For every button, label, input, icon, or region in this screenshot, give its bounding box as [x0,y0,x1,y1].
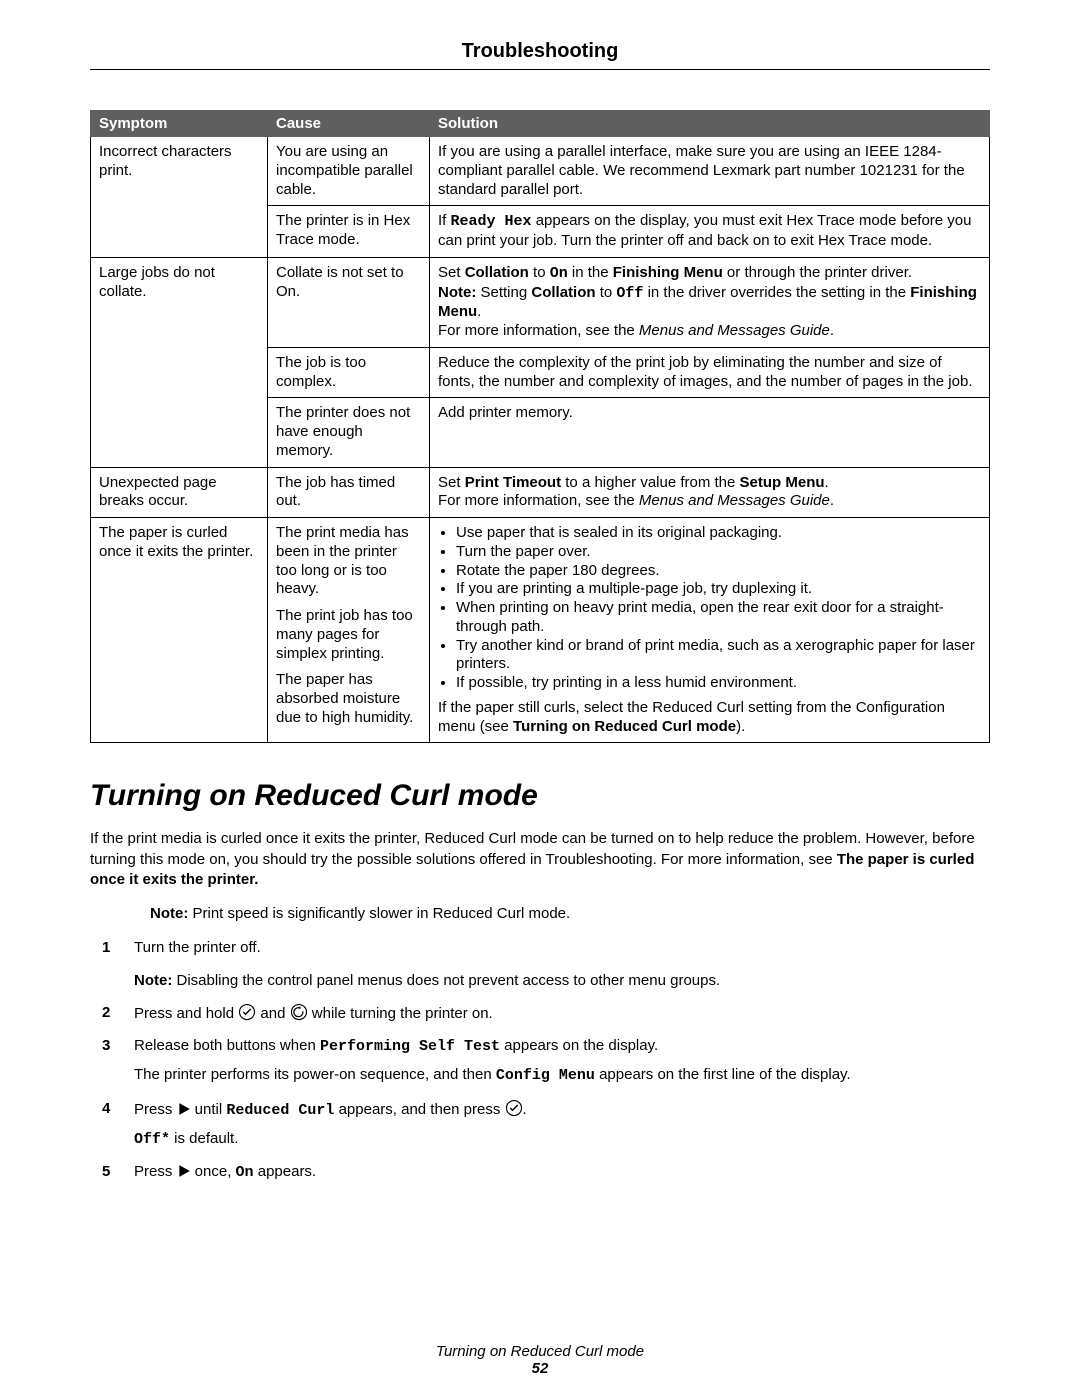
table-row: Incorrect characters print.You are using… [91,137,990,206]
section-intro: If the print media is curled once it exi… [90,829,990,890]
cell-solution: Add printer memory. [430,398,990,467]
step: 2Press and hold and while turning the pr… [90,1003,990,1024]
step-number: 2 [102,1003,120,1024]
col-cause: Cause [268,111,430,137]
col-symptom: Symptom [91,111,268,137]
step: 5Press once, On appears. [90,1162,990,1183]
step: 1Turn the printer off.Note: Disabling th… [90,938,990,991]
cell-cause: Collate is not set to On. [268,257,430,347]
cell-cause: The job has timed out. [268,467,430,518]
check-icon [238,1003,256,1021]
cell-solution: If you are using a parallel interface, m… [430,137,990,206]
cell-symptom: Large jobs do not collate. [91,257,268,467]
right-arrow-icon [177,1164,191,1178]
cell-symptom: Incorrect characters print. [91,137,268,258]
cell-symptom: The paper is curled once it exits the pr… [91,518,268,743]
col-solution: Solution [430,111,990,137]
section-note: Note: Print speed is significantly slowe… [90,904,990,924]
cell-cause: The print media has been in the printer … [268,518,430,743]
table-row: The paper is curled once it exits the pr… [91,518,990,743]
cell-solution: Set Print Timeout to a higher value from… [430,467,990,518]
cell-solution: Use paper that is sealed in its original… [430,518,990,743]
cell-cause: The printer does not have enough memory. [268,398,430,467]
section-heading: Turning on Reduced Curl mode [90,779,990,813]
page-title: Troubleshooting [90,40,990,70]
right-arrow-icon [177,1102,191,1116]
cell-cause: You are using an incompatible parallel c… [268,137,430,206]
cell-symptom: Unexpected page breaks occur. [91,467,268,518]
cell-solution: If Ready Hex appears on the display, you… [430,206,990,258]
step: 3Release both buttons when Performing Se… [90,1036,990,1087]
step-number: 3 [102,1036,120,1087]
step-number: 1 [102,938,120,991]
cell-cause: The job is too complex. [268,347,430,398]
step-number: 5 [102,1162,120,1183]
page-footer: Turning on Reduced Curl mode 52 [90,1343,990,1377]
cell-solution: Set Collation to On in the Finishing Men… [430,257,990,347]
troubleshooting-table: Symptom Cause Solution Incorrect charact… [90,110,990,743]
back-icon [290,1003,308,1021]
steps-list: 1Turn the printer off.Note: Disabling th… [90,938,990,1183]
cell-solution: Reduce the complexity of the print job b… [430,347,990,398]
table-row: Large jobs do not collate.Collate is not… [91,257,990,347]
table-row: Unexpected page breaks occur.The job has… [91,467,990,518]
check-icon [505,1099,523,1117]
cell-cause: The printer is in Hex Trace mode. [268,206,430,258]
step-number: 4 [102,1099,120,1151]
step: 4Press until Reduced Curl appears, and t… [90,1099,990,1151]
